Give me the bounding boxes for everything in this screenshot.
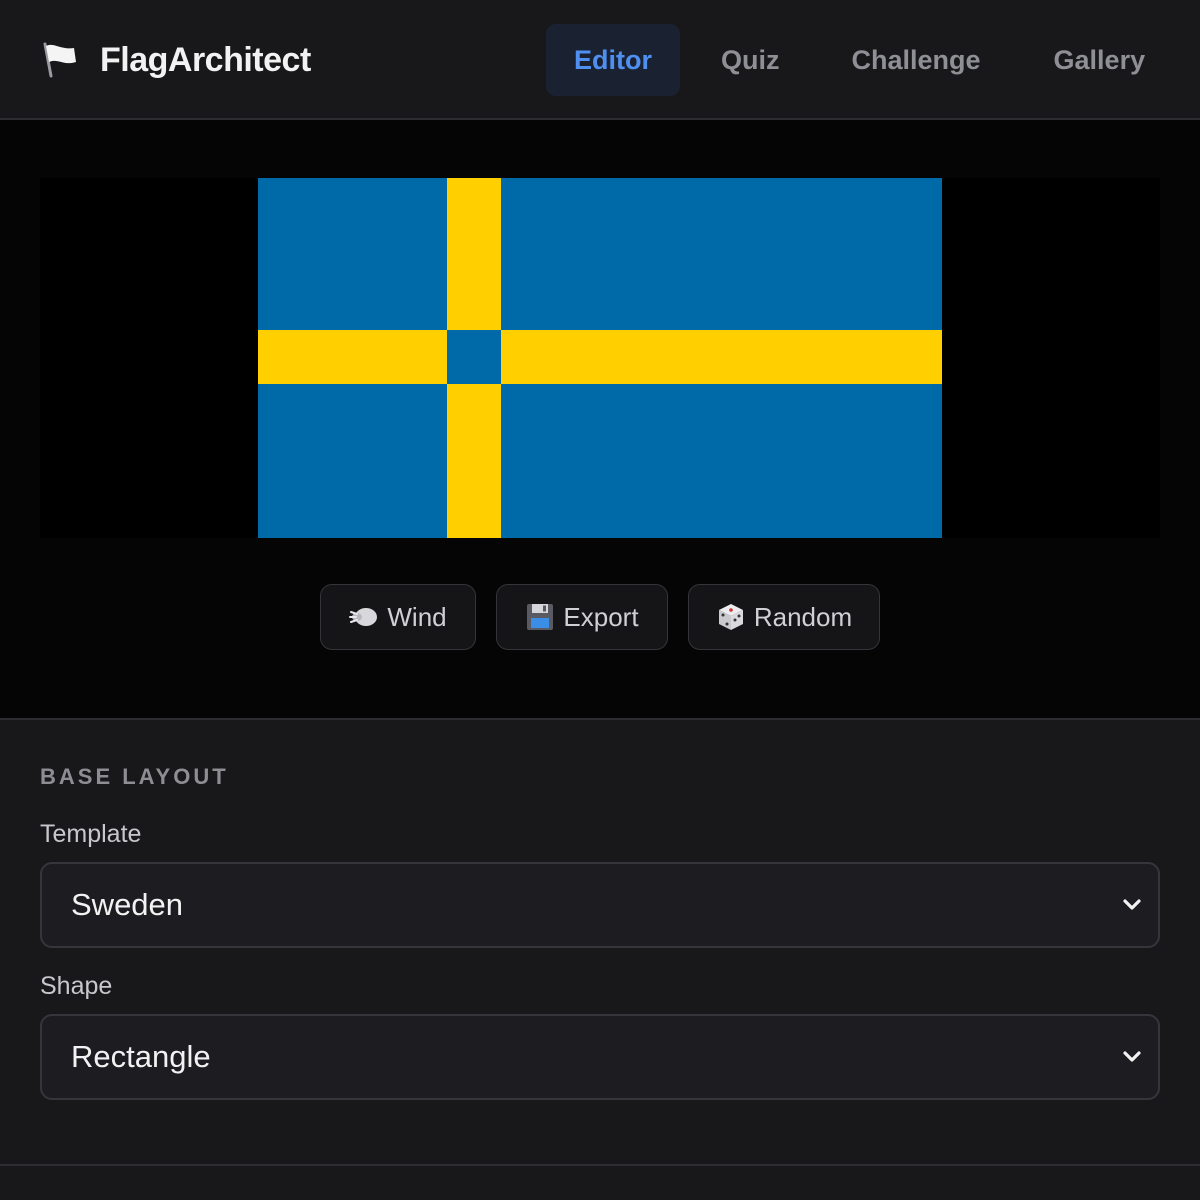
export-label: Export <box>563 601 639 632</box>
chevron-down-icon <box>1123 899 1141 910</box>
white-flag-icon <box>43 42 76 78</box>
flag-cross-horizontal <box>258 330 942 384</box>
tab-editor[interactable]: Editor <box>546 24 680 96</box>
chevron-down-icon <box>1123 1051 1141 1062</box>
tab-gallery[interactable]: Gallery <box>1054 24 1146 96</box>
export-button[interactable]: Export <box>496 584 668 650</box>
flag-preview <box>258 178 942 538</box>
dice-icon <box>718 604 743 630</box>
shape-select[interactable]: Rectangle <box>40 1014 1160 1100</box>
wind-button[interactable]: Wind <box>320 584 476 650</box>
floppy-disk-icon <box>527 604 554 630</box>
base-layout-panel: BASE LAYOUT Template Sweden Shape Rectan… <box>0 722 1200 1166</box>
brand[interactable]: FlagArchitect <box>40 36 311 84</box>
section-title: BASE LAYOUT <box>40 764 229 789</box>
template-select[interactable]: Sweden <box>40 862 1160 948</box>
wind-label: Wind <box>387 601 447 632</box>
random-button[interactable]: Random <box>688 584 880 650</box>
top-header: FlagArchitect Editor Quiz Challenge Gall… <box>0 0 1200 120</box>
app-name: FlagArchitect <box>100 40 311 79</box>
main-nav: Editor Quiz Challenge Gallery <box>546 24 1145 96</box>
tab-challenge[interactable]: Challenge <box>852 24 981 96</box>
shape-label: Shape <box>40 972 113 1000</box>
shape-value: Rectangle <box>71 1039 211 1074</box>
flag-stage: Wind Export Random <box>0 120 1200 720</box>
tab-quiz[interactable]: Quiz <box>721 24 780 96</box>
template-label: Template <box>40 820 142 848</box>
flag-canvas[interactable] <box>40 178 1160 538</box>
random-label: Random <box>753 601 853 632</box>
flag-cross-center <box>447 330 501 384</box>
template-value: Sweden <box>71 887 184 922</box>
wind-face-icon <box>349 608 378 626</box>
action-bar: Wind Export Random <box>320 584 880 650</box>
